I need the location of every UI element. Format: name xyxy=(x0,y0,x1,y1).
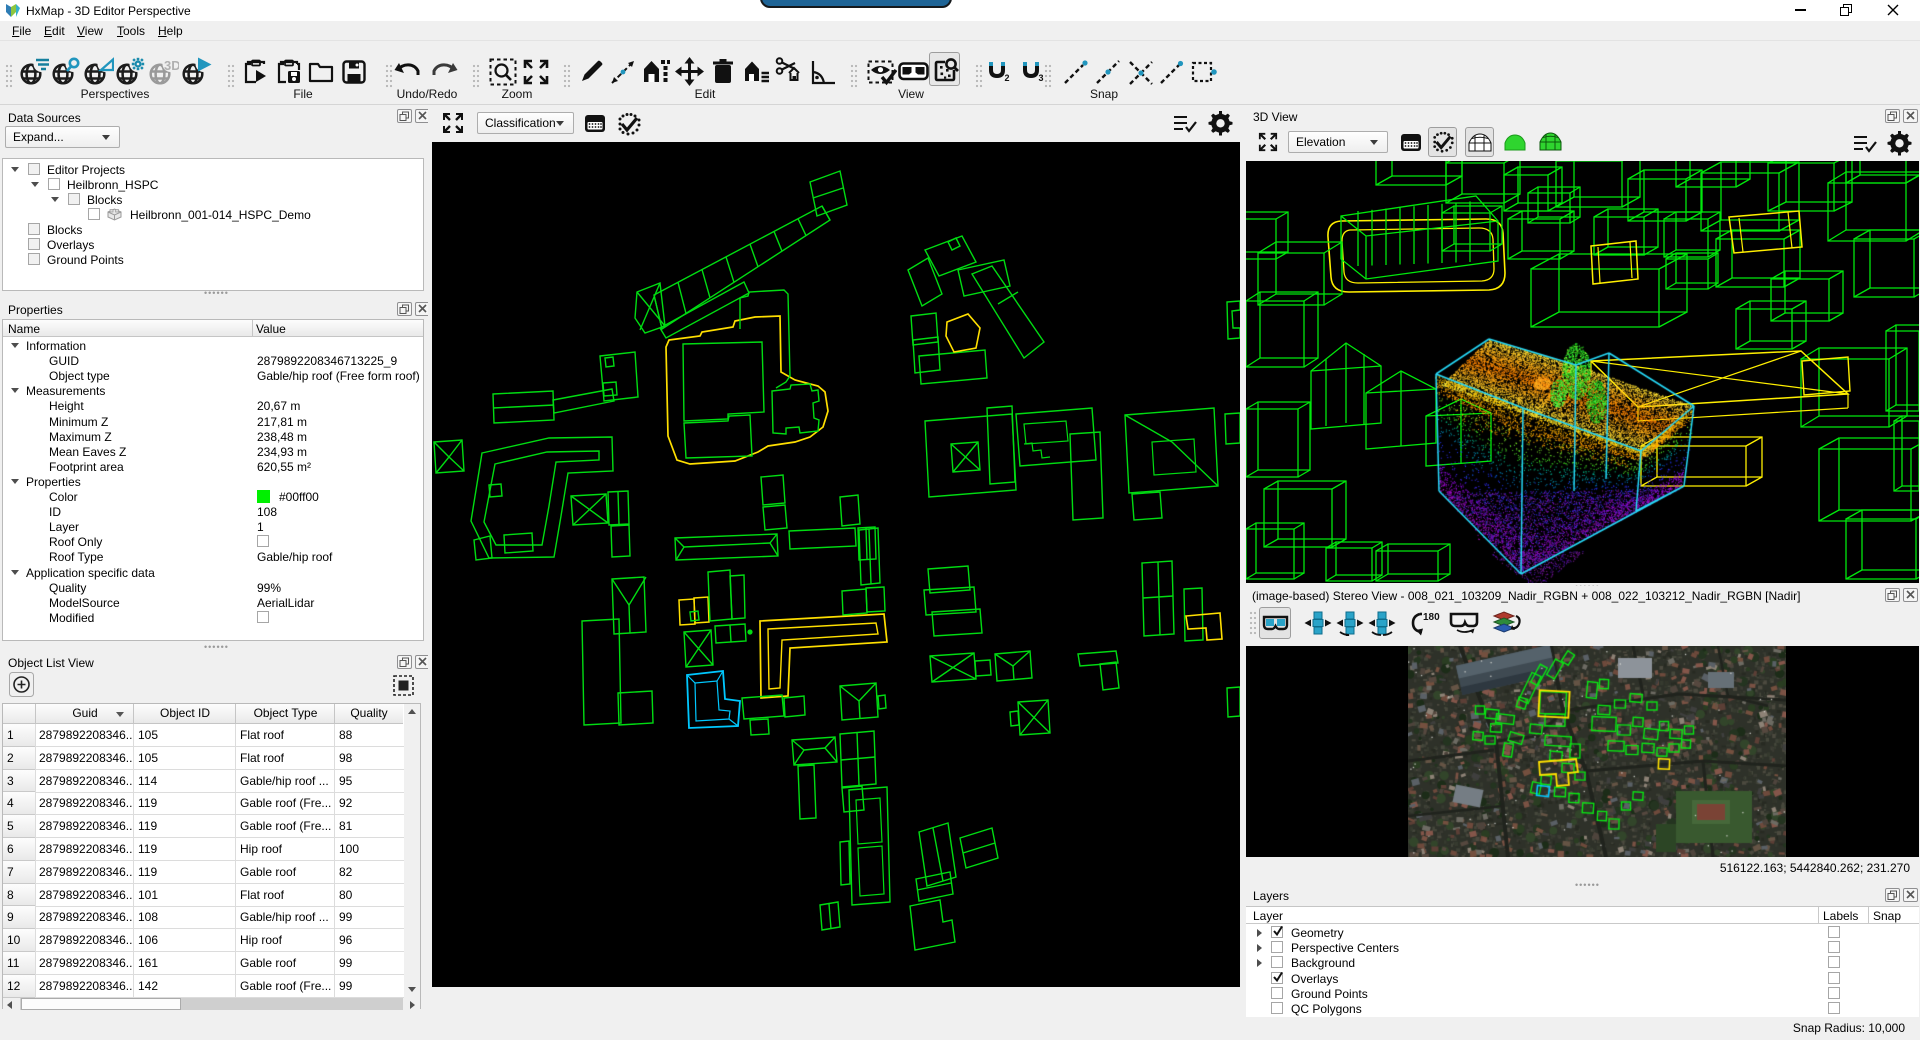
svg-text:180: 180 xyxy=(1423,612,1440,623)
svg-text:2: 2 xyxy=(1005,73,1010,83)
svg-text:3D: 3D xyxy=(164,58,179,73)
svg-text:3: 3 xyxy=(1039,73,1044,83)
